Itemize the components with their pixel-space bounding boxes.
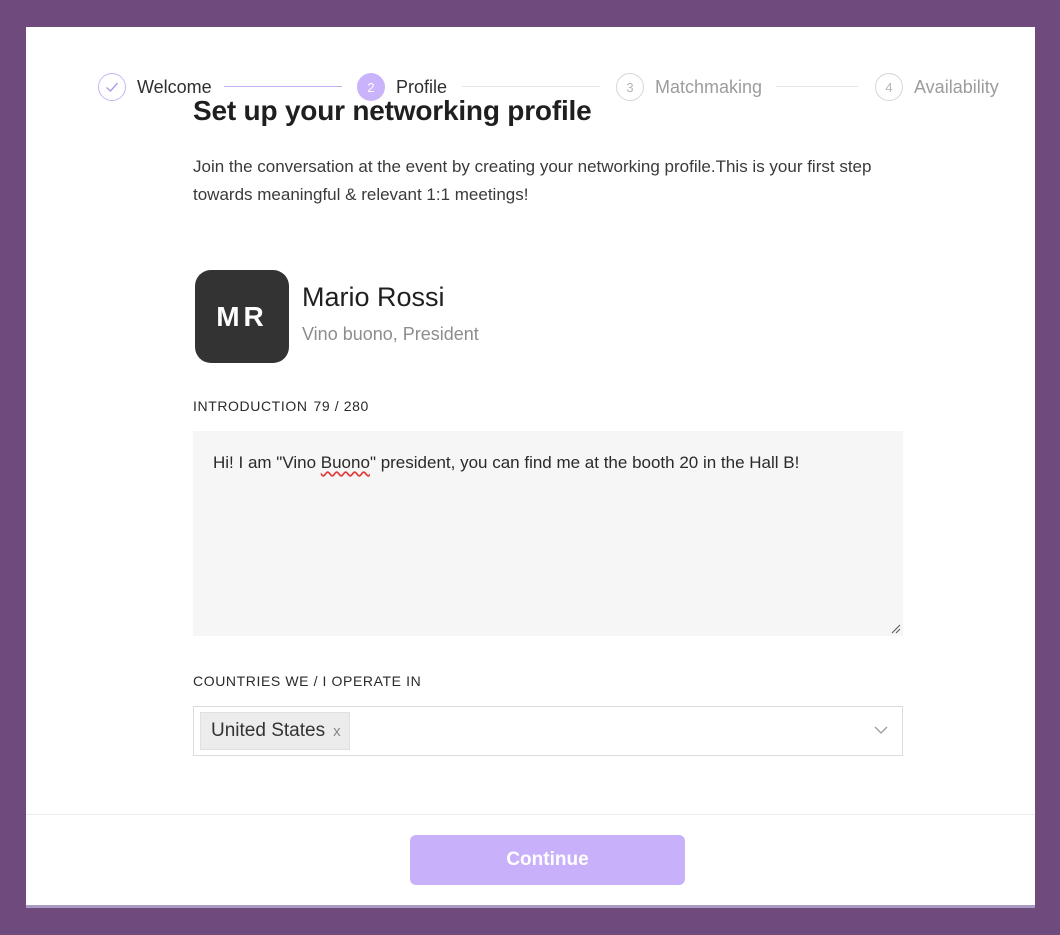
profile-name: Mario Rossi bbox=[302, 282, 445, 312]
chevron-down-icon[interactable] bbox=[874, 725, 888, 735]
step-matchmaking[interactable]: 3 Matchmaking bbox=[616, 71, 762, 103]
step-label: Availability bbox=[914, 76, 999, 97]
introduction-label-text: INTRODUCTION bbox=[193, 398, 308, 414]
profile-company-role: Vino buono, President bbox=[302, 324, 479, 344]
step-number: 3 bbox=[616, 73, 644, 101]
introduction-text-part: " president, you can find me at the boot… bbox=[369, 453, 800, 472]
country-chip-label: United States bbox=[211, 720, 326, 741]
step-availability[interactable]: 4 Availability bbox=[875, 71, 999, 103]
step-connector bbox=[224, 86, 342, 87]
step-connector bbox=[776, 86, 858, 87]
footer-divider bbox=[26, 814, 1035, 815]
onboarding-modal: Welcome 2 Profile 3 Matchmaking 4 Availa… bbox=[26, 27, 1035, 905]
introduction-label: INTRODUCTION 79 / 280 bbox=[193, 398, 369, 414]
page-description: Join the conversation at the event by cr… bbox=[193, 157, 872, 204]
remove-chip-icon[interactable]: x bbox=[333, 723, 341, 740]
step-number: 4 bbox=[875, 73, 903, 101]
step-label: Matchmaking bbox=[655, 76, 763, 97]
countries-select[interactable]: United States x bbox=[193, 706, 903, 756]
countries-label: COUNTRIES WE / I OPERATE IN bbox=[193, 673, 422, 689]
continue-button[interactable]: Continue bbox=[410, 835, 685, 885]
introduction-textarea[interactable]: Hi! I am "Vino Buono" president, you can… bbox=[193, 431, 903, 636]
page-title: Set up your networking profile bbox=[193, 95, 592, 126]
introduction-char-count: 79 / 280 bbox=[313, 398, 369, 414]
country-chip: United States x bbox=[200, 712, 350, 750]
modal-bottom-edge bbox=[26, 905, 1035, 908]
introduction-text-part: Hi! I am "Vino bbox=[213, 453, 321, 472]
spellcheck-flagged-word: Buono bbox=[320, 453, 370, 472]
check-icon bbox=[98, 73, 126, 101]
step-connector bbox=[462, 86, 600, 87]
resize-grip-icon[interactable] bbox=[891, 624, 901, 634]
avatar: MR bbox=[195, 270, 289, 363]
